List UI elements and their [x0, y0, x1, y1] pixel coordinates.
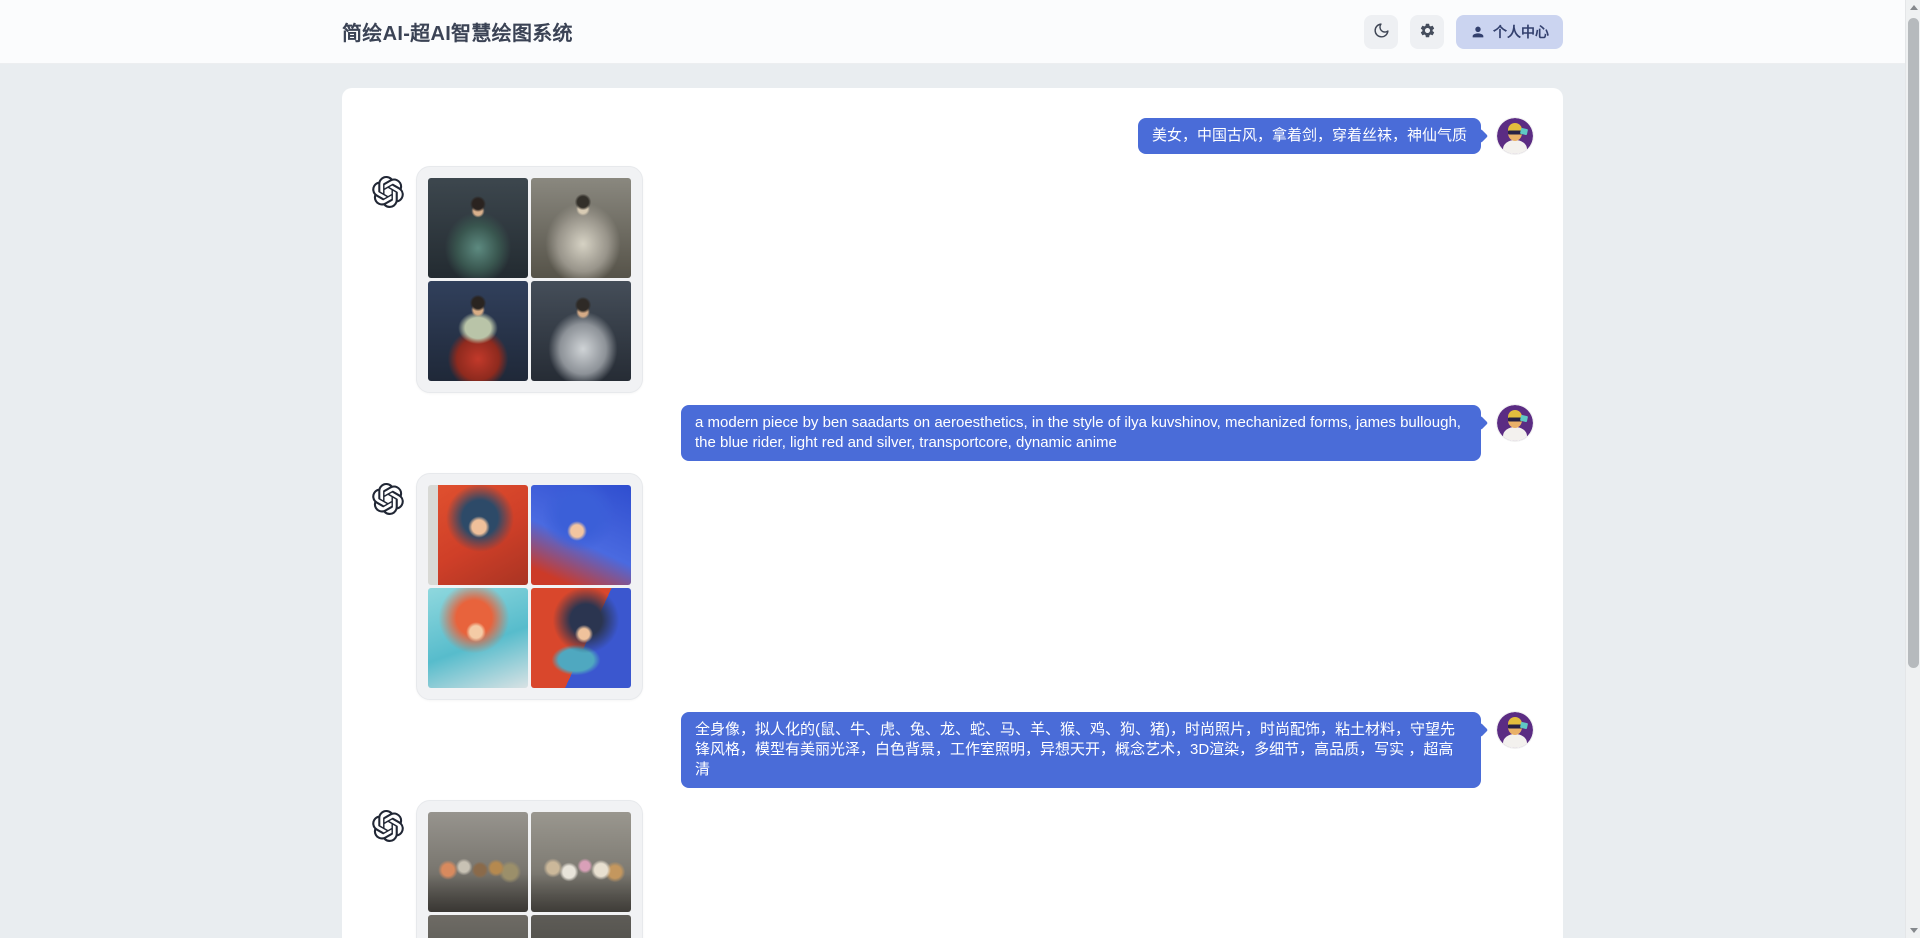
user-message-text: a modern piece by ben saadarts on aeroes… — [695, 414, 1461, 451]
scrollbar[interactable] — [1905, 0, 1920, 938]
generated-image[interactable] — [531, 812, 631, 912]
generated-image[interactable] — [428, 915, 528, 938]
bubble-tail — [1474, 723, 1488, 737]
generated-image[interactable] — [531, 588, 631, 688]
moon-icon — [1373, 22, 1390, 42]
user-message-bubble: 全身像，拟人化的(鼠、牛、虎、兔、龙、蛇、马、羊、猴、鸡、狗、猪)，时尚照片，时… — [681, 712, 1481, 788]
scrollbar-down-arrow[interactable] — [1906, 922, 1920, 938]
user-icon — [1470, 24, 1486, 40]
openai-logo-icon — [372, 810, 404, 842]
chat-panel: 美女，中国古风，拿着剑，穿着丝袜，神仙气质 — [342, 88, 1563, 938]
generated-image[interactable] — [428, 812, 528, 912]
generated-image[interactable] — [531, 281, 631, 381]
scrollbar-up-arrow[interactable] — [1906, 0, 1920, 16]
generated-image[interactable] — [428, 485, 528, 585]
generated-image-grid — [416, 166, 643, 393]
user-avatar — [1497, 118, 1533, 154]
user-message-text: 美女，中国古风，拿着剑，穿着丝袜，神仙气质 — [1152, 127, 1467, 144]
user-avatar — [1497, 405, 1533, 441]
top-navbar: 简绘AI-超AI智慧绘图系统 个人中心 — [0, 0, 1905, 64]
generated-image[interactable] — [428, 178, 528, 278]
bubble-tail — [1474, 416, 1488, 430]
user-message-row: 美女，中国古风，拿着剑，穿着丝袜，神仙气质 — [372, 118, 1533, 154]
generated-image[interactable] — [531, 485, 631, 585]
user-message-bubble: 美女，中国古风，拿着剑，穿着丝袜，神仙气质 — [1138, 118, 1481, 154]
settings-button[interactable] — [1410, 15, 1444, 49]
theme-toggle-button[interactable] — [1364, 15, 1398, 49]
generated-image[interactable] — [531, 178, 631, 278]
personal-center-button[interactable]: 个人中心 — [1456, 15, 1563, 49]
bubble-tail — [1474, 129, 1488, 143]
assistant-message-row — [372, 166, 1533, 393]
assistant-message-row — [372, 473, 1533, 700]
gear-icon — [1419, 22, 1436, 42]
scrollbar-thumb[interactable] — [1908, 18, 1919, 668]
personal-center-label: 个人中心 — [1493, 22, 1549, 42]
app-title: 简绘AI-超AI智慧绘图系统 — [342, 17, 573, 46]
generated-image[interactable] — [428, 588, 528, 688]
assistant-message-row — [372, 800, 1533, 938]
user-avatar — [1497, 712, 1533, 748]
generated-image[interactable] — [531, 915, 631, 938]
user-message-row: 全身像，拟人化的(鼠、牛、虎、兔、龙、蛇、马、羊、猴、鸡、狗、猪)，时尚照片，时… — [372, 712, 1533, 788]
user-message-text: 全身像，拟人化的(鼠、牛、虎、兔、龙、蛇、马、羊、猴、鸡、狗、猪)，时尚照片，时… — [695, 721, 1455, 778]
generated-image-grid — [416, 473, 643, 700]
generated-image-grid — [416, 800, 643, 938]
openai-logo-icon — [372, 483, 404, 515]
navbar-actions: 个人中心 — [1352, 15, 1563, 49]
generated-image[interactable] — [428, 281, 528, 381]
openai-logo-icon — [372, 176, 404, 208]
user-message-row: a modern piece by ben saadarts on aeroes… — [372, 405, 1533, 461]
user-message-bubble: a modern piece by ben saadarts on aeroes… — [681, 405, 1481, 461]
